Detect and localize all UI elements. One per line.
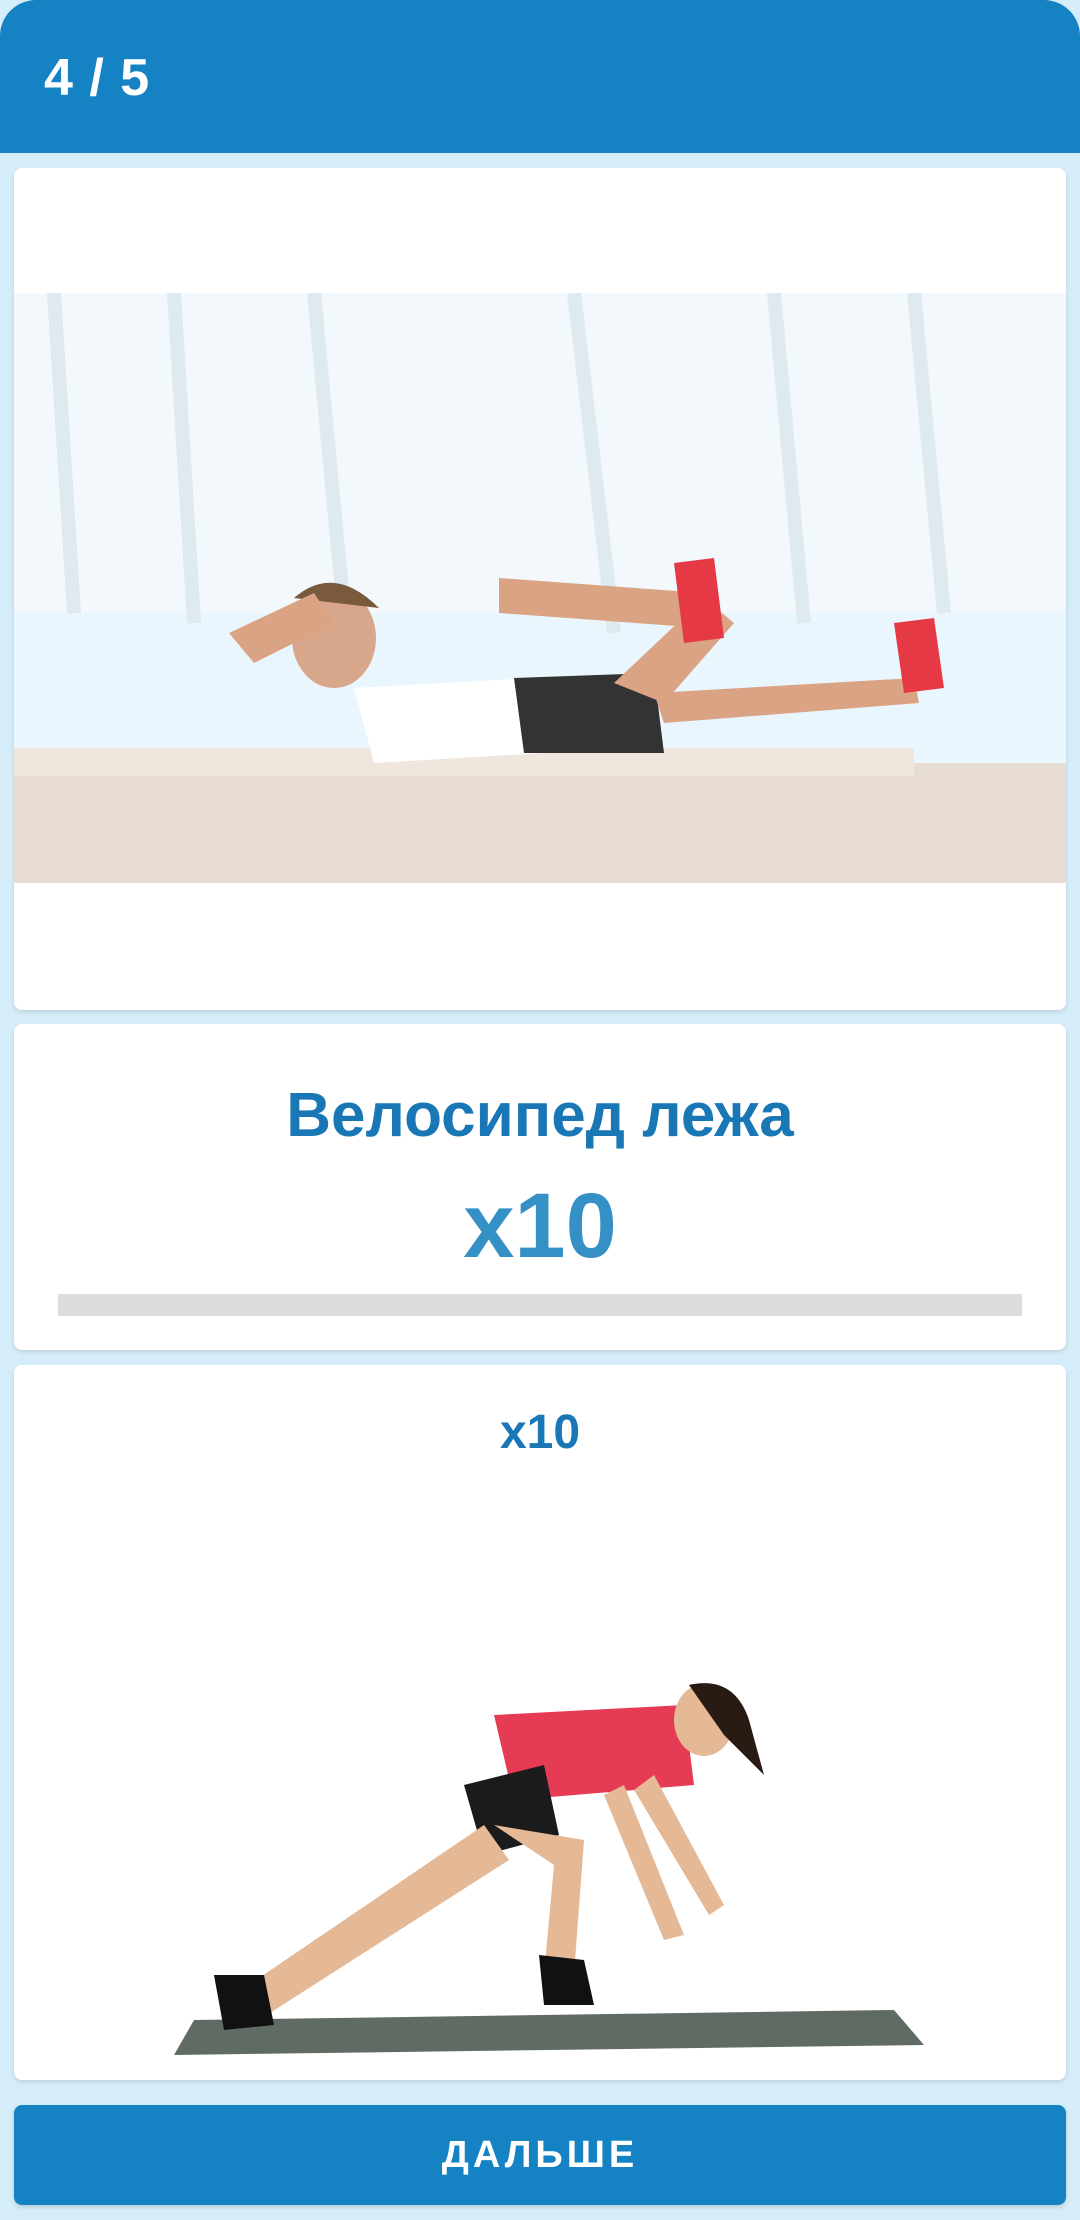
next-exercise-animation [164, 1675, 924, 2055]
exercise-title: Велосипед лежа [286, 1081, 794, 1150]
next-button[interactable]: ДАЛЬШЕ [14, 2105, 1066, 2205]
exercise-image-card [14, 168, 1066, 1010]
app-header: 4 / 5 [0, 0, 1080, 153]
exercise-progress-bar [58, 1294, 1022, 1316]
exercise-animation [14, 293, 1066, 883]
exercise-info-card: Велосипед лежа x10 [14, 1024, 1066, 1350]
next-exercise-reps: x10 [499, 1406, 581, 1459]
next-exercise-card: x10 [14, 1365, 1066, 2080]
exercise-counter: 4 / 5 [44, 49, 151, 107]
exercise-reps: x10 [463, 1175, 617, 1277]
